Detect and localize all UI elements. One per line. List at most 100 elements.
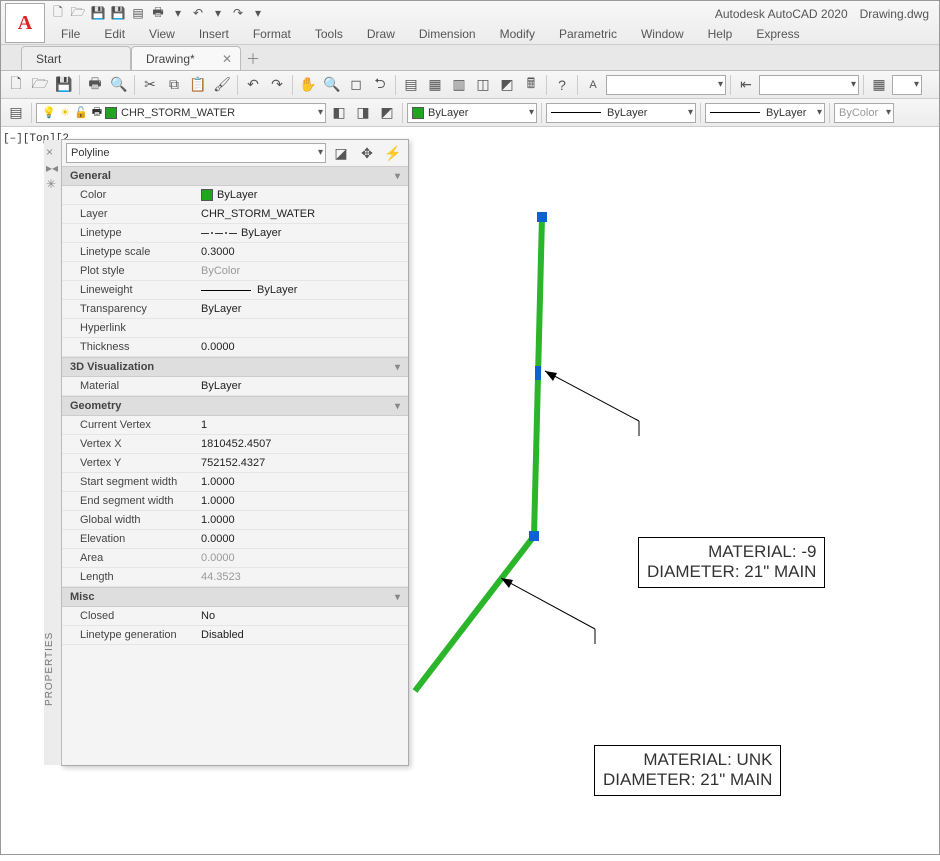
section-misc[interactable]: Misc▾	[62, 587, 408, 607]
dim-icon[interactable]: ⇤	[735, 74, 757, 96]
new-icon[interactable]: 🗋	[5, 74, 27, 96]
prop-hyperlink[interactable]: Hyperlink	[62, 319, 408, 338]
menu-draw[interactable]: Draw	[355, 25, 407, 43]
prop-lineweight[interactable]: LineweightByLayer	[62, 281, 408, 300]
close-icon[interactable]: ✕	[222, 52, 232, 66]
pan-icon[interactable]: ✋	[297, 74, 319, 96]
callout-2[interactable]: MATERIAL: UNK DIAMETER: 21" MAIN	[594, 745, 781, 796]
menu-dimension[interactable]: Dimension	[407, 25, 488, 43]
prop-material[interactable]: MaterialByLayer	[62, 377, 408, 396]
help-icon[interactable]: ?	[551, 74, 573, 96]
layer-state-icon[interactable]: ◩	[376, 102, 398, 124]
print-icon[interactable]: 🖶	[84, 74, 106, 96]
mark-icon[interactable]: ◩	[496, 74, 518, 96]
ssm-icon[interactable]: ◫	[472, 74, 494, 96]
add-tab-icon[interactable]: ＋	[241, 48, 265, 70]
layer-combo[interactable]: 💡 ☀ 🔓 🖶 CHR_STORM_WATER	[36, 103, 326, 123]
props-icon[interactable]: ▤	[400, 74, 422, 96]
callout-1[interactable]: MATERIAL: -9 DIAMETER: 21" MAIN	[638, 537, 825, 588]
grip-icon[interactable]	[529, 531, 539, 541]
toggle-pickadd-icon[interactable]: ◪	[330, 142, 352, 164]
prop-length[interactable]: Length44.3523	[62, 568, 408, 587]
copy-icon[interactable]: ⧉	[163, 74, 185, 96]
menu-view[interactable]: View	[137, 25, 187, 43]
properties-sidebar[interactable]: ×▸◂✳ PROPERTIES	[44, 140, 62, 765]
menu-modify[interactable]: Modify	[488, 25, 547, 43]
menu-insert[interactable]: Insert	[187, 25, 241, 43]
zoom-icon[interactable]: 🔍	[321, 74, 343, 96]
prop-thickness[interactable]: Thickness0.0000	[62, 338, 408, 357]
prop-linetype[interactable]: LinetypeByLayer	[62, 224, 408, 243]
prop-elevation[interactable]: Elevation0.0000	[62, 530, 408, 549]
app-icon[interactable]: A	[5, 3, 45, 43]
prop-ltgen[interactable]: Linetype generationDisabled	[62, 626, 408, 645]
prop-end-width[interactable]: End segment width1.0000	[62, 492, 408, 511]
redo-icon[interactable]: ↷	[266, 74, 288, 96]
menu-parametric[interactable]: Parametric	[547, 25, 629, 43]
polyline-segment-2[interactable]	[415, 536, 534, 691]
open-icon[interactable]: 🗁	[29, 74, 51, 96]
toolpal-icon[interactable]: ▥	[448, 74, 470, 96]
section-general[interactable]: General▾	[62, 166, 408, 186]
redo-drop-icon[interactable]: ▾	[249, 4, 267, 22]
layerprops-icon[interactable]: ▤	[5, 102, 27, 124]
zoomprev-icon[interactable]: ⮌	[369, 74, 391, 96]
paste-icon[interactable]: 📋	[187, 74, 209, 96]
prop-start-width[interactable]: Start segment width1.0000	[62, 473, 408, 492]
prop-global-width[interactable]: Global width1.0000	[62, 511, 408, 530]
menu-help[interactable]: Help	[696, 25, 745, 43]
dcenter-icon[interactable]: ▦	[424, 74, 446, 96]
layer-make-icon[interactable]: ◧	[328, 102, 350, 124]
prop-color[interactable]: ColorByLayer	[62, 186, 408, 205]
dimstyle-combo[interactable]	[759, 75, 859, 95]
undo-icon[interactable]: ↶	[189, 4, 207, 22]
table-icon[interactable]: ▦	[868, 74, 890, 96]
new-icon[interactable]: 🗋	[49, 4, 67, 22]
menu-express[interactable]: Express	[744, 25, 811, 43]
preview-icon[interactable]: 🔍	[108, 74, 130, 96]
section-geometry[interactable]: Geometry▾	[62, 396, 408, 416]
prop-transparency[interactable]: TransparencyByLayer	[62, 300, 408, 319]
prop-curvertex[interactable]: Current Vertex1	[62, 416, 408, 435]
object-type-combo[interactable]: Polyline	[66, 143, 326, 163]
prop-ltscale[interactable]: Linetype scale0.3000	[62, 243, 408, 262]
close-panel-icon[interactable]: ×▸◂✳	[46, 144, 58, 192]
annoscale-icon[interactable]: A	[582, 74, 604, 96]
menu-window[interactable]: Window	[629, 25, 696, 43]
section-3dviz[interactable]: 3D Visualization▾	[62, 357, 408, 377]
saveall-icon[interactable]: 💾	[109, 4, 127, 22]
cloud-icon[interactable]: ▤	[129, 4, 147, 22]
plot-drop-icon[interactable]: ▾	[169, 4, 187, 22]
quick-select-icon[interactable]: ⚡	[382, 142, 404, 164]
grip-icon[interactable]	[535, 366, 541, 380]
redo-icon[interactable]: ↷	[229, 4, 247, 22]
undo-drop-icon[interactable]: ▾	[209, 4, 227, 22]
color-combo[interactable]: ByLayer	[407, 103, 537, 123]
cut-icon[interactable]: ✂	[139, 74, 161, 96]
lineweight-combo[interactable]: ByLayer	[705, 103, 825, 123]
save-icon[interactable]: 💾	[53, 74, 75, 96]
plotstyle-combo[interactable]: ByColor	[834, 103, 894, 123]
menu-file[interactable]: File	[49, 25, 92, 43]
menu-edit[interactable]: Edit	[92, 25, 137, 43]
prop-layer[interactable]: LayerCHR_STORM_WATER	[62, 205, 408, 224]
undo-icon[interactable]: ↶	[242, 74, 264, 96]
tablestyle-combo[interactable]	[892, 75, 922, 95]
linetype-combo[interactable]: ByLayer	[546, 103, 696, 123]
plot-icon[interactable]: 🖶	[149, 4, 167, 22]
zoomw-icon[interactable]: ◻	[345, 74, 367, 96]
calc-icon[interactable]: 🖩	[520, 74, 542, 96]
save-icon[interactable]: 💾	[89, 4, 107, 22]
layer-prev-icon[interactable]: ◨	[352, 102, 374, 124]
textstyle-combo[interactable]	[606, 75, 726, 95]
tab-start[interactable]: Start	[21, 46, 131, 70]
menu-tools[interactable]: Tools	[303, 25, 355, 43]
open-icon[interactable]: 🗁	[69, 4, 87, 22]
grip-icon[interactable]	[537, 212, 547, 222]
prop-vertex-y[interactable]: Vertex Y752152.4327	[62, 454, 408, 473]
prop-vertex-x[interactable]: Vertex X1810452.4507	[62, 435, 408, 454]
prop-closed[interactable]: ClosedNo	[62, 607, 408, 626]
prop-area[interactable]: Area0.0000	[62, 549, 408, 568]
tab-drawing[interactable]: Drawing* ✕	[131, 46, 241, 70]
menu-format[interactable]: Format	[241, 25, 303, 43]
